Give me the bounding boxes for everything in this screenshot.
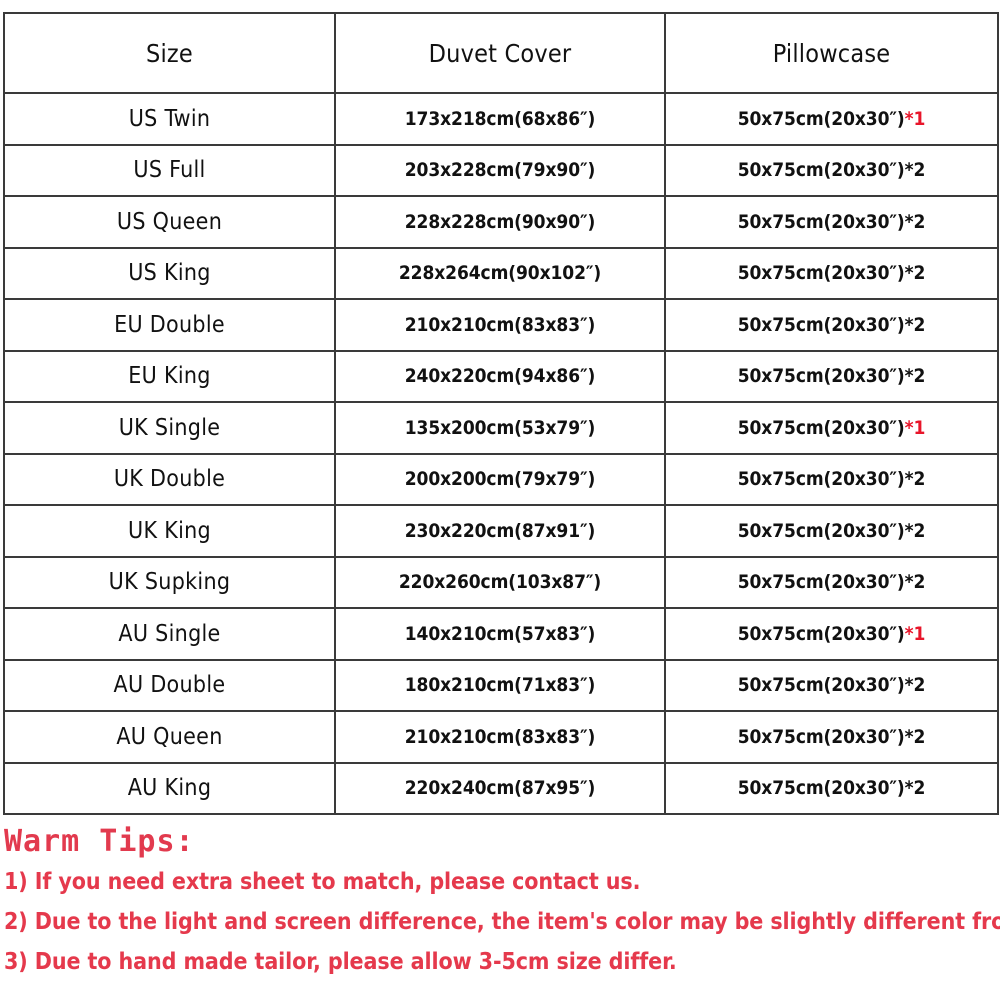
pillowcase-quantity: *2 [904, 571, 926, 594]
pillowcase-dimensions: 50x75cm(20x30″) [737, 416, 905, 439]
cell-size: US Queen [3, 195, 336, 249]
cell-pillowcase: 50x75cm(20x30″)*2 [664, 195, 999, 249]
cell-size: UK King [3, 504, 336, 558]
pillowcase-quantity: *2 [904, 313, 926, 336]
pillowcase-quantity: *1 [904, 107, 926, 130]
table-row: EU Double 210x210cm(83x83″) 50x75cm(20x30″… [3, 298, 999, 352]
cell-pillowcase: 50x75cm(20x30″)*1 [664, 92, 999, 146]
cell-duvet-cover: 240x220cm(94x86″) [334, 349, 666, 403]
cell-pillowcase: 50x75cm(20x30″)*2 [664, 298, 999, 352]
cell-size: EU Double [3, 298, 336, 352]
cell-duvet-cover: 228x264cm(90x102″) [334, 246, 666, 300]
cell-size: AU Single [3, 607, 336, 661]
cell-pillowcase: 50x75cm(20x30″)*2 [664, 246, 999, 300]
cell-size: AU Double [3, 658, 336, 712]
cell-duvet-cover: 135x200cm(53x79″) [334, 401, 666, 455]
pillowcase-quantity: *2 [904, 777, 926, 800]
table-row: US Twin 173x218cm(68x86″) 50x75cm(20x30″)*… [3, 92, 999, 146]
warm-tips-title: Warm Tips: [4, 824, 195, 859]
size-chart-page: Size Duvet Cover Pillowcase US Twin 173x2… [0, 0, 1000, 1000]
cell-duvet-cover: 203x228cm(79x90″) [334, 143, 666, 197]
pillowcase-quantity: *2 [904, 262, 926, 285]
pillowcase-quantity: *2 [904, 725, 926, 748]
warm-tips-section: Warm Tips: 1) If you need extra sheet to… [4, 822, 1000, 982]
cell-duvet-cover: 173x218cm(68x86″) [334, 92, 666, 146]
table-row: AU Single 140x210cm(57x83″) 50x75cm(20x30″… [3, 607, 999, 661]
table-row: AU Double 180x210cm(71x83″) 50x75cm(20x30″… [3, 658, 999, 712]
table-row: UK Supking 220x260cm(103x87″) 50x75cm(20x3… [3, 555, 999, 609]
cell-size: AU King [3, 761, 336, 815]
cell-size: AU Queen [3, 710, 336, 764]
cell-duvet-cover: 230x220cm(87x91″) [334, 504, 666, 558]
cell-pillowcase: 50x75cm(20x30″)*2 [664, 349, 999, 403]
pillowcase-dimensions: 50x75cm(20x30″) [737, 571, 905, 594]
cell-duvet-cover: 210x210cm(83x83″) [334, 710, 666, 764]
size-chart-table-container: Size Duvet Cover Pillowcase US Twin 173x2… [3, 12, 999, 815]
pillowcase-quantity: *2 [904, 210, 926, 233]
cell-size: US Full [3, 143, 336, 197]
pillowcase-dimensions: 50x75cm(20x30″) [737, 725, 905, 748]
pillowcase-dimensions: 50x75cm(20x30″) [737, 365, 905, 388]
pillowcase-dimensions: 50x75cm(20x30″) [737, 622, 905, 645]
cell-size: UK Single [3, 401, 336, 455]
cell-duvet-cover: 210x210cm(83x83″) [334, 298, 666, 352]
table-row: US Queen 228x228cm(90x90″) 50x75cm(20x30″)… [3, 195, 999, 249]
table-header: Size Duvet Cover Pillowcase [3, 12, 999, 94]
cell-size: EU King [3, 349, 336, 403]
cell-pillowcase: 50x75cm(20x30″)*2 [664, 658, 999, 712]
bedding-size-table: Size Duvet Cover Pillowcase US Twin 173x2… [3, 12, 999, 815]
pillowcase-dimensions: 50x75cm(20x30″) [737, 519, 905, 542]
table-header-row: Size Duvet Cover Pillowcase [3, 12, 999, 94]
pillowcase-dimensions: 50x75cm(20x30″) [737, 674, 905, 697]
cell-size: UK Double [3, 452, 336, 506]
pillowcase-dimensions: 50x75cm(20x30″) [737, 777, 905, 800]
table-row: AU Queen 210x210cm(83x83″) 50x75cm(20x30″)… [3, 710, 999, 764]
column-header-duvet-cover: Duvet Cover [334, 12, 666, 94]
cell-duvet-cover: 228x228cm(90x90″) [334, 195, 666, 249]
pillowcase-dimensions: 50x75cm(20x30″) [737, 159, 905, 182]
pillowcase-dimensions: 50x75cm(20x30″) [737, 468, 905, 491]
pillowcase-quantity: *2 [904, 365, 926, 388]
warm-tips-line-2: 2) Due to the light and screen differenc… [4, 909, 1000, 935]
pillowcase-dimensions: 50x75cm(20x30″) [737, 313, 905, 336]
cell-pillowcase: 50x75cm(20x30″)*2 [664, 452, 999, 506]
table-row: UK King 230x220cm(87x91″) 50x75cm(20x30″)*… [3, 504, 999, 558]
pillowcase-dimensions: 50x75cm(20x30″) [737, 210, 905, 233]
pillowcase-quantity: *2 [904, 519, 926, 542]
cell-size: US King [3, 246, 336, 300]
pillowcase-quantity: *1 [904, 622, 926, 645]
table-row: US Full 203x228cm(79x90″) 50x75cm(20x30″)*… [3, 143, 999, 197]
cell-duvet-cover: 200x200cm(79x79″) [334, 452, 666, 506]
cell-pillowcase: 50x75cm(20x30″)*2 [664, 761, 999, 815]
warm-tips-line-1: 1) If you need extra sheet to match, ple… [4, 869, 641, 895]
table-row: UK Double 200x200cm(79x79″) 50x75cm(20x30″… [3, 452, 999, 506]
cell-pillowcase: 50x75cm(20x30″)*2 [664, 504, 999, 558]
cell-pillowcase: 50x75cm(20x30″)*2 [664, 710, 999, 764]
cell-pillowcase: 50x75cm(20x30″)*1 [664, 607, 999, 661]
pillowcase-quantity: *1 [904, 416, 926, 439]
table-row: AU King 220x240cm(87x95″) 50x75cm(20x30″)*… [3, 761, 999, 815]
table-row: UK Single 135x200cm(53x79″) 50x75cm(20x30″… [3, 401, 999, 455]
table-row: US King 228x264cm(90x102″) 50x75cm(20x30″)… [3, 246, 999, 300]
cell-duvet-cover: 140x210cm(57x83″) [334, 607, 666, 661]
table-body: US Twin 173x218cm(68x86″) 50x75cm(20x30″)*… [3, 92, 999, 815]
cell-size: US Twin [3, 92, 336, 146]
pillowcase-quantity: *2 [904, 674, 926, 697]
warm-tips-line-3: 3) Due to hand made tailor, please allow… [4, 949, 677, 975]
cell-duvet-cover: 220x240cm(87x95″) [334, 761, 666, 815]
cell-pillowcase: 50x75cm(20x30″)*2 [664, 555, 999, 609]
table-row: EU King 240x220cm(94x86″) 50x75cm(20x30″)*… [3, 349, 999, 403]
pillowcase-quantity: *2 [904, 159, 926, 182]
pillowcase-dimensions: 50x75cm(20x30″) [737, 262, 905, 285]
cell-pillowcase: 50x75cm(20x30″)*1 [664, 401, 999, 455]
cell-size: UK Supking [3, 555, 336, 609]
pillowcase-quantity: *2 [904, 468, 926, 491]
cell-pillowcase: 50x75cm(20x30″)*2 [664, 143, 999, 197]
cell-duvet-cover: 220x260cm(103x87″) [334, 555, 666, 609]
cell-duvet-cover: 180x210cm(71x83″) [334, 658, 666, 712]
column-header-size: Size [3, 12, 336, 94]
column-header-pillowcase: Pillowcase [664, 12, 999, 94]
pillowcase-dimensions: 50x75cm(20x30″) [737, 107, 905, 130]
